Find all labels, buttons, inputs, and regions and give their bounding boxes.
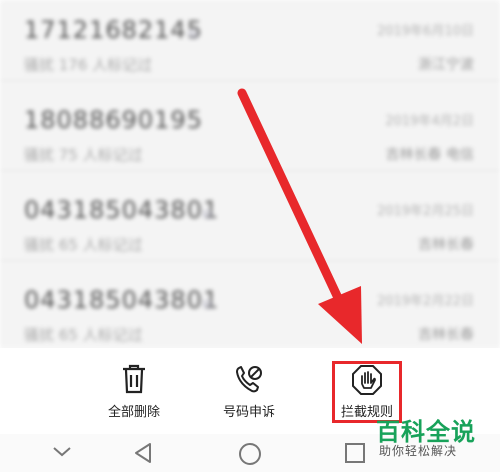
tag-label: 标 [202, 298, 213, 311]
delete-all-button[interactable]: 全部删除 [79, 348, 189, 434]
tag-label: 标 [188, 28, 199, 41]
call-log-row[interactable]: 043185043801 标 骚扰 65 人标记过 2019年2月22日 吉林长… [0, 270, 500, 351]
call-location: 吉林长春 电信 [385, 147, 474, 163]
call-location: 吉林长春 [418, 237, 474, 253]
mark-count: 骚扰 176 人标记过 [24, 56, 153, 74]
chevron-down-icon[interactable] [52, 446, 72, 458]
phone-block-icon [236, 366, 262, 393]
recents-icon[interactable] [344, 442, 366, 464]
call-location: 浙江宁波 [418, 57, 474, 73]
mark-count: 骚扰 65 人标记过 [24, 236, 143, 254]
call-log-row[interactable]: 18088690195 骚扰 75 人标记过 2019年4月2日 吉林长春 电信 [0, 90, 500, 171]
mark-count: 骚扰 75 人标记过 [24, 146, 143, 164]
call-log-row[interactable]: 17121682145 标 骚扰 176 人标记过 2019年6月10日 浙江宁… [0, 0, 500, 81]
call-location: 吉林长春 [418, 327, 474, 343]
tag-label: 标 [202, 208, 213, 221]
call-date: 2019年2月22日 [377, 294, 474, 309]
home-icon[interactable] [238, 442, 262, 466]
phone-number: 043185043801 [24, 286, 220, 314]
call-date: 2019年4月2日 [385, 114, 474, 129]
mark-count: 骚扰 65 人标记过 [24, 326, 143, 344]
call-log-row[interactable]: 043185043801 标 骚扰 65 人标记过 2019年2月25日 吉林长… [0, 180, 500, 261]
delete-all-label: 全部删除 [107, 405, 160, 420]
phone-number: 18088690195 [24, 106, 203, 134]
watermark-subtitle: 助你轻松解决 [379, 444, 458, 458]
call-date: 2019年6月10日 [377, 24, 474, 39]
back-icon[interactable] [132, 442, 154, 464]
phone-number: 043185043801 [24, 196, 220, 224]
number-appeal-button[interactable]: 号码申诉 [194, 348, 304, 434]
call-log-list: 17121682145 标 骚扰 176 人标记过 2019年6月10日 浙江宁… [0, 0, 500, 351]
number-appeal-label: 号码申诉 [222, 405, 275, 420]
call-date: 2019年2月25日 [377, 204, 474, 219]
trash-icon [123, 364, 145, 394]
phone-number: 17121682145 [24, 16, 203, 44]
